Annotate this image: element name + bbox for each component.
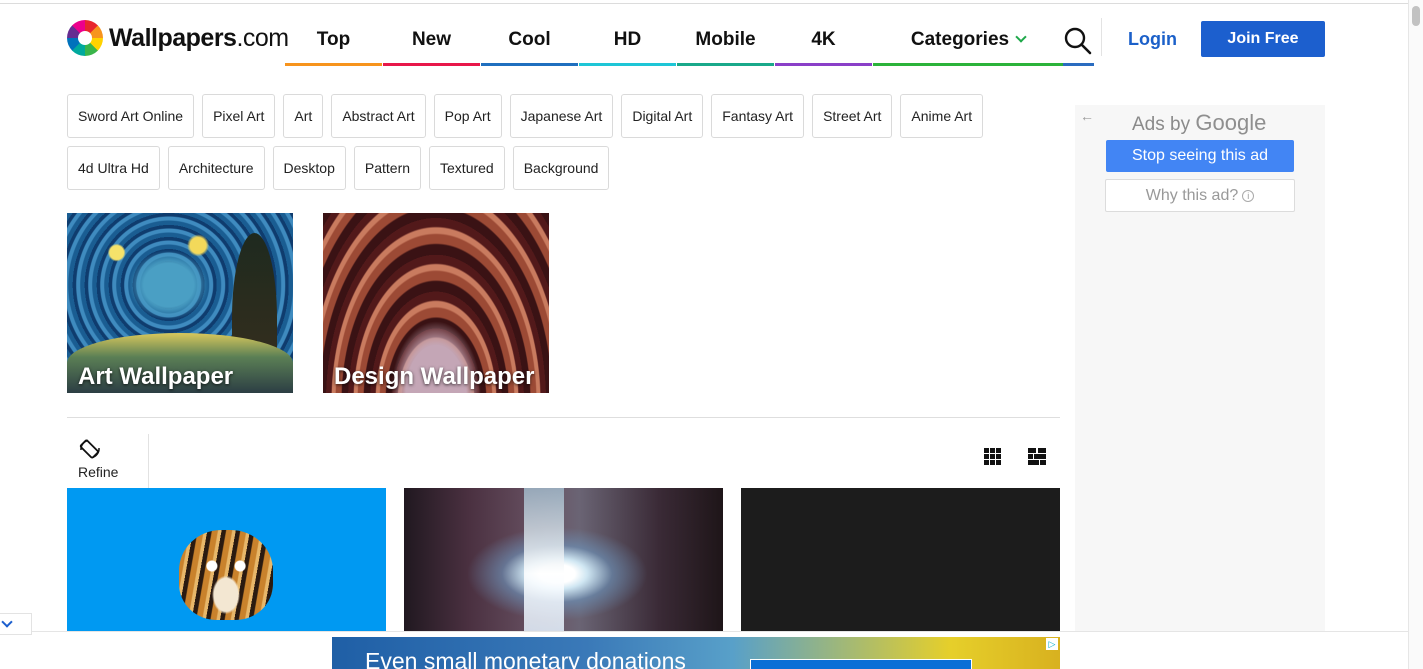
chevron-down-icon (1015, 31, 1027, 43)
tag-abstract-art[interactable]: Abstract Art (331, 94, 426, 138)
refine-button[interactable]: Refine (67, 434, 149, 488)
category-card-label: Art Wallpaper (78, 363, 234, 390)
tag-digital-art[interactable]: Digital Art (621, 94, 704, 138)
adchoices-icon[interactable]: ▷ (1046, 638, 1058, 650)
category-card-design[interactable]: Design Wallpaper (323, 213, 549, 393)
tag-japanese-art[interactable]: Japanese Art (509, 94, 614, 138)
scrollbar-thumb[interactable] (1412, 6, 1420, 26)
login-link[interactable]: Login (1128, 29, 1177, 50)
tag-fantasy-art[interactable]: Fantasy Art (711, 94, 805, 138)
stop-seeing-ad-button[interactable]: Stop seeing this ad (1106, 140, 1294, 172)
browser-top-edge (0, 3, 1408, 4)
bottom-ad-cta-box (750, 659, 972, 669)
tag-art[interactable]: Art (283, 94, 324, 138)
color-wheel-logo-icon (67, 20, 103, 56)
wallpaper-thumb-dark[interactable] (741, 488, 1060, 631)
tag-pop-art[interactable]: Pop Art (433, 94, 502, 138)
tiger-image (179, 530, 273, 620)
nav-top[interactable]: Top (285, 22, 382, 66)
chevron-down-icon (1, 616, 13, 628)
mosaic-view-button[interactable] (1028, 448, 1046, 470)
category-card-label: Design Wallpaper (334, 363, 535, 390)
why-this-ad-button[interactable]: Why this ad? i (1105, 179, 1295, 212)
tag-4d-ultra-hd[interactable]: 4d Ultra Hd (67, 146, 160, 190)
nav-search-button[interactable] (1063, 22, 1094, 66)
tag-desktop[interactable]: Desktop (272, 146, 346, 190)
logo-text: Wallpapers.com (109, 23, 289, 52)
grid-3x3-icon (984, 448, 1001, 465)
nav-divider (1101, 18, 1102, 56)
grid-mosaic-icon (1028, 448, 1046, 465)
nav-categories[interactable]: Categories (873, 22, 1063, 66)
ads-by-google: Ads by Google (1132, 110, 1267, 135)
tag-textured[interactable]: Textured (429, 146, 505, 190)
section-divider (67, 417, 1060, 418)
nav-4k[interactable]: 4K (775, 22, 872, 66)
grid-view-button[interactable] (984, 448, 1001, 470)
nav-hd[interactable]: HD (579, 22, 676, 66)
bottom-banner-ad[interactable]: Even small monetary donations ▷ (332, 637, 1060, 669)
tag-street-art[interactable]: Street Art (812, 94, 893, 138)
tag-pattern[interactable]: Pattern (353, 146, 422, 190)
screen-rotation-icon (79, 439, 100, 459)
page-scrollbar[interactable] (1408, 0, 1423, 669)
site-logo[interactable]: Wallpapers.com (67, 20, 289, 56)
tag-anime-art[interactable]: Anime Art (900, 94, 984, 138)
page: Wallpapers.com Top New Cool HD Mobile 4K… (0, 0, 1423, 669)
join-free-button[interactable]: Join Free (1201, 21, 1325, 57)
tag-architecture[interactable]: Architecture (167, 146, 265, 190)
info-icon: i (1242, 190, 1255, 202)
tag-list: Sword Art Online Pixel Art Art Abstract … (67, 94, 1057, 198)
collapse-ad-toggle[interactable] (0, 613, 32, 635)
tag-background[interactable]: Background (512, 146, 610, 190)
nav-cool[interactable]: Cool (481, 22, 578, 66)
tag-pixel-art[interactable]: Pixel Art (202, 94, 276, 138)
bottom-ad-text: Even small monetary donations (365, 648, 686, 669)
tag-sword-art-online[interactable]: Sword Art Online (67, 94, 195, 138)
category-card-art[interactable]: Art Wallpaper (67, 213, 293, 393)
ad-panel: ← Ads by Google Stop seeing this ad Why … (1075, 105, 1325, 631)
ad-back-arrow-icon[interactable]: ← (1080, 108, 1094, 124)
wallpaper-thumb-tiger[interactable] (67, 488, 386, 631)
nav-new[interactable]: New (383, 22, 480, 66)
search-icon (1064, 27, 1092, 55)
light-beam-shape (524, 488, 564, 631)
refine-label: Refine (78, 464, 119, 480)
nav-mobile[interactable]: Mobile (677, 22, 774, 66)
main-nav: Top New Cool HD Mobile 4K Categories (285, 22, 1064, 67)
wallpaper-thumb-tunnel[interactable] (404, 488, 723, 631)
